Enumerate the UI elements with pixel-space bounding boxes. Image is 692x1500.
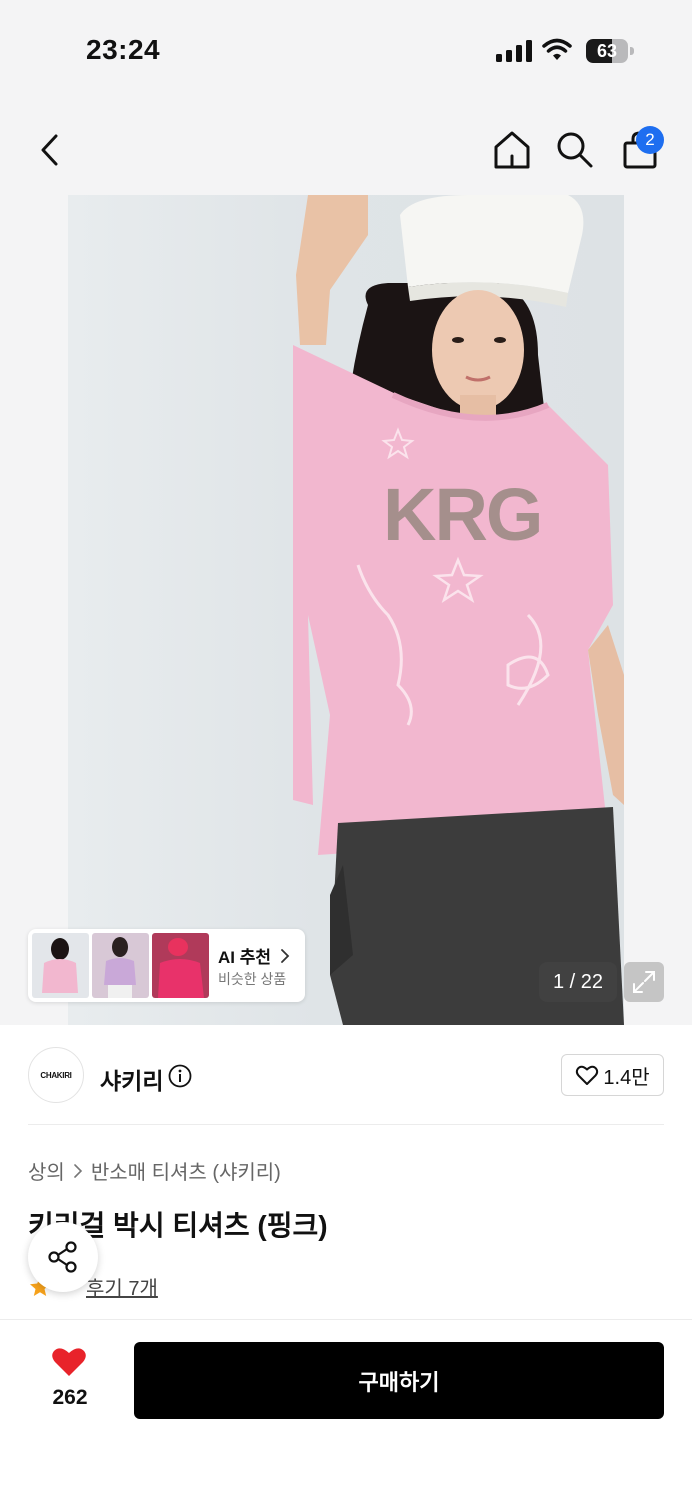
product-photo[interactable]: KRG bbox=[68, 195, 624, 1025]
brand-like-button[interactable]: 1.4만 bbox=[561, 1054, 664, 1096]
svg-text:KRG: KRG bbox=[383, 473, 541, 556]
cellular-signal-icon bbox=[496, 40, 532, 62]
ai-recommend-subtitle: 비슷한 상품 bbox=[218, 971, 287, 987]
brand-logo-text: CHAKIRI bbox=[40, 1070, 72, 1080]
chevron-left-icon bbox=[41, 134, 58, 166]
ai-thumbnail-1[interactable] bbox=[32, 933, 89, 998]
breadcrumb-subcategory[interactable]: 반소매 티셔츠 (샤키리) bbox=[91, 1156, 281, 1185]
heart-filled-icon bbox=[52, 1348, 86, 1376]
ai-recommend-title[interactable]: AI 추천 bbox=[218, 943, 290, 968]
home-button[interactable] bbox=[490, 128, 534, 172]
share-icon bbox=[48, 1241, 77, 1273]
share-button[interactable] bbox=[28, 1222, 98, 1292]
brand-like-count: 1.4만 bbox=[603, 1066, 650, 1089]
expand-button[interactable] bbox=[624, 962, 664, 1002]
chevron-right-icon bbox=[74, 1163, 82, 1178]
wifi-icon bbox=[542, 38, 572, 60]
wishlist-button[interactable] bbox=[50, 1346, 90, 1380]
divider bbox=[28, 1124, 664, 1125]
ai-thumbnail-2[interactable] bbox=[92, 933, 149, 998]
heart-outline-icon bbox=[576, 1065, 599, 1085]
home-icon bbox=[494, 131, 530, 169]
status-time: 23:24 bbox=[86, 34, 161, 65]
expand-icon bbox=[633, 971, 655, 993]
back-button[interactable] bbox=[28, 128, 72, 172]
battery-icon: 63 bbox=[586, 39, 628, 63]
breadcrumb: 상의 반소매 티셔츠 (샤키리) bbox=[28, 1156, 281, 1185]
brand-name[interactable]: 샤키리 bbox=[100, 1062, 163, 1096]
cart-count-badge: 2 bbox=[636, 126, 664, 154]
ai-recommend-card[interactable]: AI 추천 비슷한 상품 bbox=[28, 929, 305, 1002]
ai-thumbnail-3[interactable] bbox=[152, 933, 209, 998]
brand-logo[interactable]: CHAKIRI bbox=[28, 1047, 84, 1103]
status-bar: 23:24 63 bbox=[0, 0, 692, 100]
info-icon[interactable] bbox=[168, 1064, 192, 1088]
battery-level: 63 bbox=[596, 41, 618, 61]
review-link[interactable]: 후기 7개 bbox=[86, 1272, 158, 1301]
image-page-counter: 1 / 22 bbox=[539, 962, 617, 1002]
wishlist-count: 262 bbox=[52, 1386, 88, 1409]
chevron-right-icon bbox=[280, 949, 290, 963]
search-icon bbox=[557, 132, 593, 168]
search-button[interactable] bbox=[553, 128, 597, 172]
battery-cap bbox=[630, 47, 634, 55]
product-gallery[interactable]: KRG bbox=[0, 195, 692, 1025]
breadcrumb-category[interactable]: 상의 bbox=[28, 1156, 65, 1185]
model-photo-illustration: KRG bbox=[293, 195, 624, 1025]
buy-button[interactable]: 구매하기 bbox=[134, 1342, 664, 1419]
